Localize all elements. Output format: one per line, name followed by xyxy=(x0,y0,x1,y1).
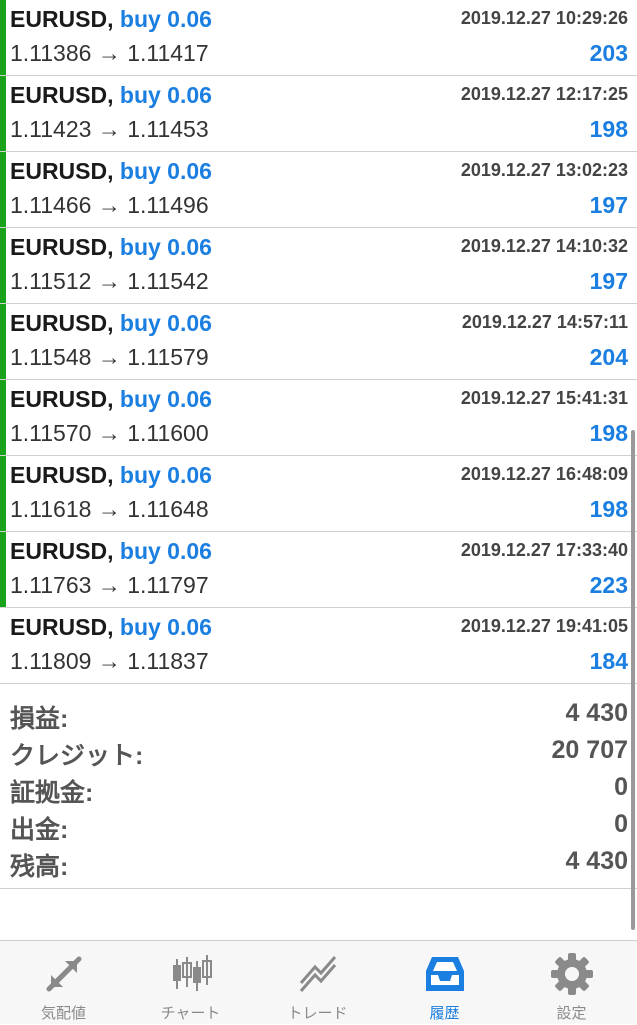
trade-symbol: EURUSD, buy 0.06 xyxy=(10,462,212,488)
trade-action: buy 0.06 xyxy=(119,310,212,336)
trade-symbol: EURUSD, buy 0.06 xyxy=(10,158,212,184)
tab-label: トレード xyxy=(287,1005,348,1022)
trade-prices: 1.11423 → 1.11453 xyxy=(10,116,209,142)
account-summary: 損益: 4 430 クレジット: 20 707 証拠金: 0 出金: 0 残高: 4 43… xyxy=(0,697,637,882)
trade-history-list: EURUSD, buy 0.06 2019.12.27 10:29:26 1.113… xyxy=(0,0,637,684)
tab-label: チャート xyxy=(160,1005,221,1022)
trade-action: buy 0.06 xyxy=(119,82,212,108)
trade-symbol: EURUSD, buy 0.06 xyxy=(10,82,212,108)
tab-label: 気配値 xyxy=(40,1005,86,1022)
trade-time: 2019.12.27 17:33:40 xyxy=(460,540,628,560)
buy-indicator-bar xyxy=(0,532,6,607)
trade-symbol: EURUSD, buy 0.06 xyxy=(10,386,212,412)
trade-action: buy 0.06 xyxy=(119,538,212,564)
trade-row[interactable]: EURUSD, buy 0.06 2019.12.27 19:41:05 1.118… xyxy=(0,608,637,684)
summary-row-profit: 損益: 4 430 xyxy=(0,697,637,734)
trade-time: 2019.12.27 19:41:05 xyxy=(460,616,628,636)
trade-profit: 198 xyxy=(589,420,628,446)
trade-profit: 198 xyxy=(589,496,628,522)
trade-prices: 1.11763 → 1.11797 xyxy=(10,572,209,598)
buy-indicator-bar xyxy=(0,456,6,531)
trade-prices: 1.11466 → 1.11496 xyxy=(10,192,209,218)
trade-row[interactable]: EURUSD, buy 0.06 2019.12.27 12:17:25 1.114… xyxy=(0,76,637,152)
trade-time: 2019.12.27 16:48:09 xyxy=(460,464,628,484)
trade-time: 2019.12.27 15:41:31 xyxy=(460,388,628,408)
history-icon xyxy=(426,957,464,991)
tab-settings[interactable]: 設定 xyxy=(508,941,635,1025)
summary-value: 4 430 xyxy=(565,847,628,875)
buy-indicator-bar xyxy=(0,0,6,75)
summary-divider xyxy=(0,888,637,889)
trade-profit: 198 xyxy=(589,116,628,142)
summary-row-withdrawal: 出金: 0 xyxy=(0,808,637,845)
buy-indicator-bar xyxy=(0,228,6,303)
quotes-icon xyxy=(46,956,82,992)
tab-history[interactable]: 履歴 xyxy=(381,941,508,1025)
settings-icon xyxy=(551,953,593,995)
summary-label: 証拠金: xyxy=(10,779,94,807)
trade-action: buy 0.06 xyxy=(119,386,212,412)
trade-symbol: EURUSD, buy 0.06 xyxy=(10,6,212,32)
trade-symbol: EURUSD, buy 0.06 xyxy=(10,614,212,640)
trade-profit: 204 xyxy=(589,344,628,370)
trade-row[interactable]: EURUSD, buy 0.06 2019.12.27 13:02:23 1.114… xyxy=(0,152,637,228)
summary-value: 20 707 xyxy=(551,736,628,764)
summary-label: クレジット: xyxy=(10,742,144,770)
summary-row-balance: 残高: 4 430 xyxy=(0,845,637,882)
trade-time: 2019.12.27 12:17:25 xyxy=(460,84,628,104)
summary-label: 残高: xyxy=(10,853,69,881)
scrollbar[interactable] xyxy=(631,430,635,930)
trade-profit: 197 xyxy=(589,192,628,218)
trade-profit: 203 xyxy=(589,40,628,66)
trade-prices: 1.11809 → 1.11837 xyxy=(10,648,209,674)
summary-value: 0 xyxy=(614,773,628,801)
trade-row[interactable]: EURUSD, buy 0.06 2019.12.27 16:48:09 1.116… xyxy=(0,456,637,532)
buy-indicator-bar xyxy=(0,76,6,151)
trade-action: buy 0.06 xyxy=(119,462,212,488)
trade-symbol: EURUSD, buy 0.06 xyxy=(10,538,212,564)
trade-symbol: EURUSD, buy 0.06 xyxy=(10,310,212,336)
trade-prices: 1.11618 → 1.11648 xyxy=(10,496,209,522)
summary-row-margin: 証拠金: 0 xyxy=(0,771,637,808)
chart-icon xyxy=(173,955,212,991)
trade-symbol: EURUSD, buy 0.06 xyxy=(10,234,212,260)
summary-row-credit: クレジット: 20 707 xyxy=(0,734,637,771)
tab-label: 設定 xyxy=(556,1005,587,1022)
trade-profit: 223 xyxy=(589,572,628,598)
trade-prices: 1.11512 → 1.11542 xyxy=(10,268,209,294)
bottom-tab-bar: 気配値 チャート トレード 履歴 設定 xyxy=(0,940,637,1024)
trade-row[interactable]: EURUSD, buy 0.06 2019.12.27 14:57:11 1.115… xyxy=(0,304,637,380)
trade-action: buy 0.06 xyxy=(119,6,212,32)
summary-value: 4 430 xyxy=(565,699,628,727)
buy-indicator-bar xyxy=(0,304,6,379)
summary-value: 0 xyxy=(614,810,628,838)
tab-label: 履歴 xyxy=(429,1005,460,1022)
buy-indicator-bar xyxy=(0,152,6,227)
trade-row[interactable]: EURUSD, buy 0.06 2019.12.27 10:29:26 1.113… xyxy=(0,0,637,76)
trade-time: 2019.12.27 14:57:11 xyxy=(461,312,628,332)
trade-profit: 184 xyxy=(589,648,628,674)
tab-quotes[interactable]: 気配値 xyxy=(0,941,127,1025)
trade-row[interactable]: EURUSD, buy 0.06 2019.12.27 15:41:31 1.115… xyxy=(0,380,637,456)
trade-row[interactable]: EURUSD, buy 0.06 2019.12.27 17:33:40 1.117… xyxy=(0,532,637,608)
trade-action: buy 0.06 xyxy=(119,234,212,260)
trade-prices: 1.11570 → 1.11600 xyxy=(10,420,209,446)
tab-chart[interactable]: チャート xyxy=(127,941,254,1025)
summary-label: 損益: xyxy=(10,705,69,733)
trade-time: 2019.12.27 10:29:26 xyxy=(460,8,628,28)
trade-action: buy 0.06 xyxy=(119,614,212,640)
trade-row[interactable]: EURUSD, buy 0.06 2019.12.27 14:10:32 1.115… xyxy=(0,228,637,304)
tab-trade[interactable]: トレード xyxy=(254,941,381,1025)
trade-icon xyxy=(299,956,337,992)
trade-profit: 197 xyxy=(589,268,628,294)
trade-prices: 1.11386 → 1.11417 xyxy=(10,40,209,66)
trade-action: buy 0.06 xyxy=(119,158,212,184)
trade-time: 2019.12.27 13:02:23 xyxy=(460,160,628,180)
summary-label: 出金: xyxy=(10,816,69,844)
trade-time: 2019.12.27 14:10:32 xyxy=(460,236,628,256)
trade-prices: 1.11548 → 1.11579 xyxy=(10,344,209,370)
buy-indicator-bar xyxy=(0,380,6,455)
